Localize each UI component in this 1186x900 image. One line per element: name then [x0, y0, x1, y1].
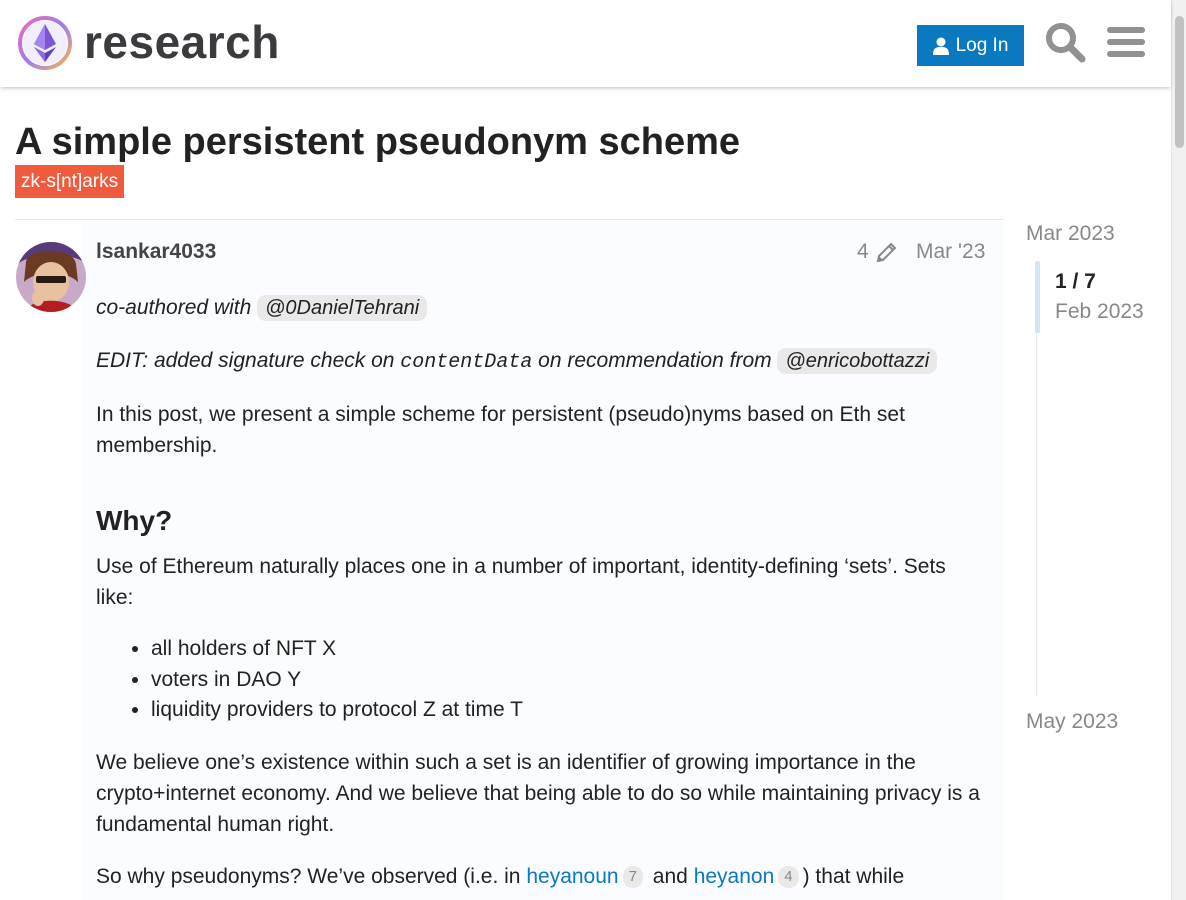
- intro-paragraph: In this post, we present a simple scheme…: [96, 403, 905, 457]
- list-item: all holders of NFT X: [151, 634, 988, 665]
- set-list: all holders of NFT X voters in DAO Y liq…: [151, 634, 988, 726]
- timeline-end-date[interactable]: May 2023: [1026, 708, 1118, 736]
- list-item: voters in DAO Y: [151, 665, 988, 696]
- ethereum-logo-icon: [18, 16, 72, 70]
- link-click-count: 4: [778, 865, 799, 888]
- topic-title[interactable]: A simple persistent pseudonym scheme: [15, 120, 740, 164]
- paragraph-and: and: [652, 864, 688, 888]
- user-icon: [932, 37, 949, 55]
- search-icon[interactable]: [1044, 21, 1086, 63]
- pencil-icon: [876, 242, 897, 263]
- pseudonym-paragraph: So why pseudonyms? We’ve observed (i.e. …: [96, 861, 988, 892]
- edit-note: EDIT: added signature check on contentDa…: [96, 345, 988, 378]
- edit-code: contentData: [400, 351, 533, 374]
- coauthor-mention[interactable]: @0DanielTehrani: [257, 295, 428, 321]
- heyanoun-link[interactable]: heyanoun: [526, 865, 618, 888]
- belief-paragraph: We believe one’s existence within such a…: [96, 750, 980, 836]
- paragraph-suffix: ) that while: [802, 864, 905, 888]
- edit-prefix: EDIT: added signature check on: [96, 349, 395, 372]
- timeline-current-date: Feb 2023: [1055, 300, 1144, 323]
- scrollbar-thumb[interactable]: [1175, 16, 1184, 148]
- login-button[interactable]: Log In: [917, 25, 1024, 66]
- edit-middle: on recommendation from: [538, 349, 772, 372]
- title-divider: [15, 219, 1004, 220]
- timeline-start-date[interactable]: Mar 2023: [1026, 220, 1115, 248]
- link-click-count: 7: [622, 865, 643, 888]
- hamburger-menu-icon[interactable]: [1105, 21, 1147, 63]
- timeline-position: 1 / 7: [1055, 270, 1096, 293]
- list-item: liquidity providers to protocol Z at tim…: [151, 695, 988, 726]
- edit-history[interactable]: 4: [857, 238, 899, 266]
- site-logo[interactable]: [16, 14, 74, 72]
- edit-mention[interactable]: @enricobottazzi: [777, 348, 938, 374]
- post-date[interactable]: Mar '23: [916, 238, 985, 266]
- coauthor-prefix: co-authored with: [96, 296, 252, 319]
- timeline-handle[interactable]: [1035, 261, 1040, 333]
- coauthor-line: co-authored with @0DanielTehrani: [96, 292, 988, 324]
- site-name[interactable]: research: [84, 14, 280, 70]
- post-content: co-authored with @0DanielTehrani EDIT: a…: [96, 292, 988, 900]
- paragraph-prefix: So why pseudonyms? We’ve observed (i.e. …: [96, 864, 521, 888]
- post-author[interactable]: lsankar4033: [96, 238, 216, 266]
- avatar-image: [16, 242, 86, 312]
- heyanon-link[interactable]: heyanon: [694, 865, 775, 888]
- login-label: Log In: [955, 34, 1009, 56]
- why-heading[interactable]: Why?: [96, 501, 988, 541]
- topic-tag[interactable]: zk-s[nt]arks: [15, 165, 125, 198]
- site-header: research Log In: [0, 0, 1171, 87]
- edit-count: 4: [857, 240, 869, 263]
- avatar[interactable]: [16, 242, 86, 312]
- why-paragraph: Use of Ethereum naturally places one in …: [96, 555, 946, 609]
- page-scrollbar[interactable]: [1171, 0, 1186, 900]
- edit-mention-text: @enricobottazzi: [785, 350, 930, 372]
- coauthor-mention-text: @0DanielTehrani: [265, 297, 420, 319]
